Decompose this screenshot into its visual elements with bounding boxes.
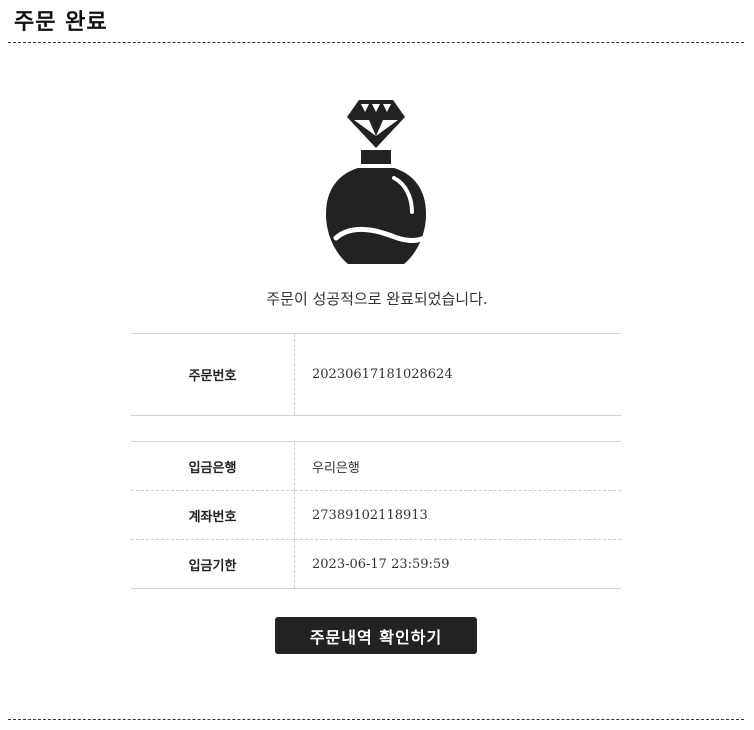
page-title: 주문 완료 — [14, 10, 108, 35]
order-number-value: 20230617181028624 — [312, 367, 453, 382]
deposit-deadline-value: 2023-06-17 23:59:59 — [294, 539, 621, 589]
order-info-table: 주문번호 20230617181028624 — [131, 333, 621, 416]
view-order-history-button[interactable]: 주문내역 확인하기 — [275, 617, 477, 654]
account-number-label: 계좌번호 — [131, 490, 295, 540]
bank-value: 우리은행 — [312, 460, 360, 476]
deposit-deadline-label: 입금기한 — [131, 539, 295, 589]
table-row: 계좌번호 27389102118913 — [131, 490, 621, 540]
header-divider — [8, 42, 744, 43]
table-row: 주문번호 20230617181028624 — [131, 333, 621, 416]
table-row: 입금기한 2023-06-17 23:59:59 — [131, 539, 621, 589]
payment-info-table: 입금은행 우리은행 계좌번호 27389102118913 입금기한 2023-… — [131, 441, 621, 589]
account-number-value: 27389102118913 — [294, 490, 621, 540]
footer-divider — [8, 719, 744, 720]
bank-label: 입금은행 — [131, 441, 295, 491]
table-row: 입금은행 우리은행 — [131, 441, 621, 491]
perfume-bottle-icon — [318, 96, 434, 268]
order-number-label: 주문번호 — [131, 333, 295, 416]
success-message: 주문이 성공적으로 완료되었습니다. — [266, 290, 488, 308]
